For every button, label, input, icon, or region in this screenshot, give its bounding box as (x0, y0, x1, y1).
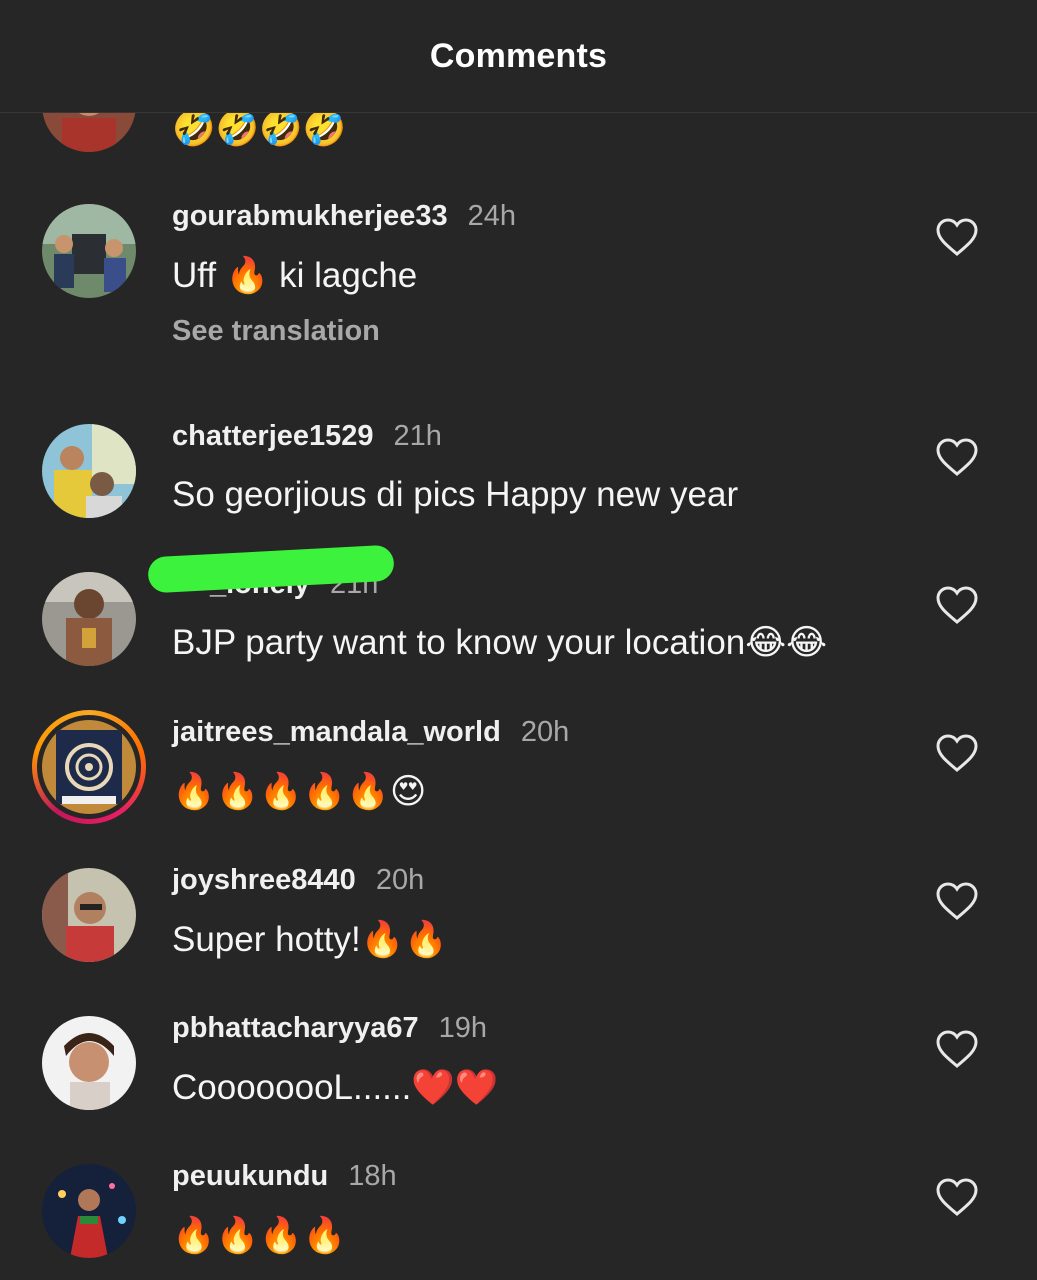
comment-username[interactable]: gourabmukherjee33 (172, 200, 448, 233)
heart-outline-icon (936, 1178, 978, 1216)
heart-outline-icon (936, 734, 978, 772)
see-translation-link[interactable]: See translation (172, 315, 380, 348)
like-button[interactable] (935, 585, 979, 625)
comment-text: Uff 🔥 ki lagche (172, 256, 418, 295)
heart-outline-icon (936, 882, 978, 920)
heart-outline-icon (936, 1030, 978, 1068)
comment-text: 🔥🔥🔥🔥🔥😍 (172, 772, 427, 811)
comment-text: 🤣🤣🤣🤣 (172, 109, 347, 148)
heart-outline-icon (936, 218, 978, 256)
page-title: Comments (429, 36, 608, 75)
heart-outline-icon (936, 586, 978, 624)
comment-text: So georjious di pics Happy new year (172, 475, 739, 514)
like-button[interactable] (935, 733, 979, 773)
like-button[interactable] (935, 881, 979, 921)
like-button[interactable] (935, 217, 979, 257)
comments-list[interactable]: 🤣🤣🤣🤣 gourabmukherjee33 24h Uff 🔥 ki lagc… (0, 0, 1037, 1280)
avatar[interactable] (42, 204, 136, 298)
comment-text: CoooooooL......❤️❤️ (172, 1068, 499, 1107)
avatar[interactable] (42, 720, 136, 814)
comments-header: Comments (0, 0, 1037, 113)
comment-time: 24h (467, 200, 516, 232)
heart-outline-icon (936, 438, 978, 476)
comment-time: 20h (375, 864, 425, 896)
story-ring[interactable] (32, 710, 146, 824)
like-button[interactable] (935, 437, 979, 477)
comment-username[interactable]: peuukundu (172, 1160, 328, 1193)
comment-username[interactable]: chatterjee1529 (172, 420, 374, 453)
comment-time: 18h (348, 1160, 397, 1192)
avatar[interactable] (42, 572, 136, 666)
comment-username[interactable]: joyshree8440 (172, 864, 356, 897)
avatar[interactable] (42, 1016, 136, 1110)
comment-text: Super hotty!🔥🔥 (172, 920, 448, 959)
comment-time: 21h (393, 420, 442, 452)
comment-username[interactable]: pbhattacharyya67 (172, 1012, 419, 1045)
comment-time: 19h (438, 1012, 488, 1044)
avatar[interactable] (42, 868, 136, 962)
comment-text: 🔥🔥🔥🔥 (172, 1216, 347, 1255)
like-button[interactable] (935, 1029, 979, 1069)
comment-username[interactable]: jaitrees_mandala_world (172, 716, 501, 749)
comment-time: 20h (520, 716, 570, 748)
like-button[interactable] (935, 1177, 979, 1217)
avatar[interactable] (42, 424, 136, 518)
comment-text: BJP party want to know your location😂😂 (172, 623, 828, 662)
avatar[interactable] (42, 1164, 136, 1258)
